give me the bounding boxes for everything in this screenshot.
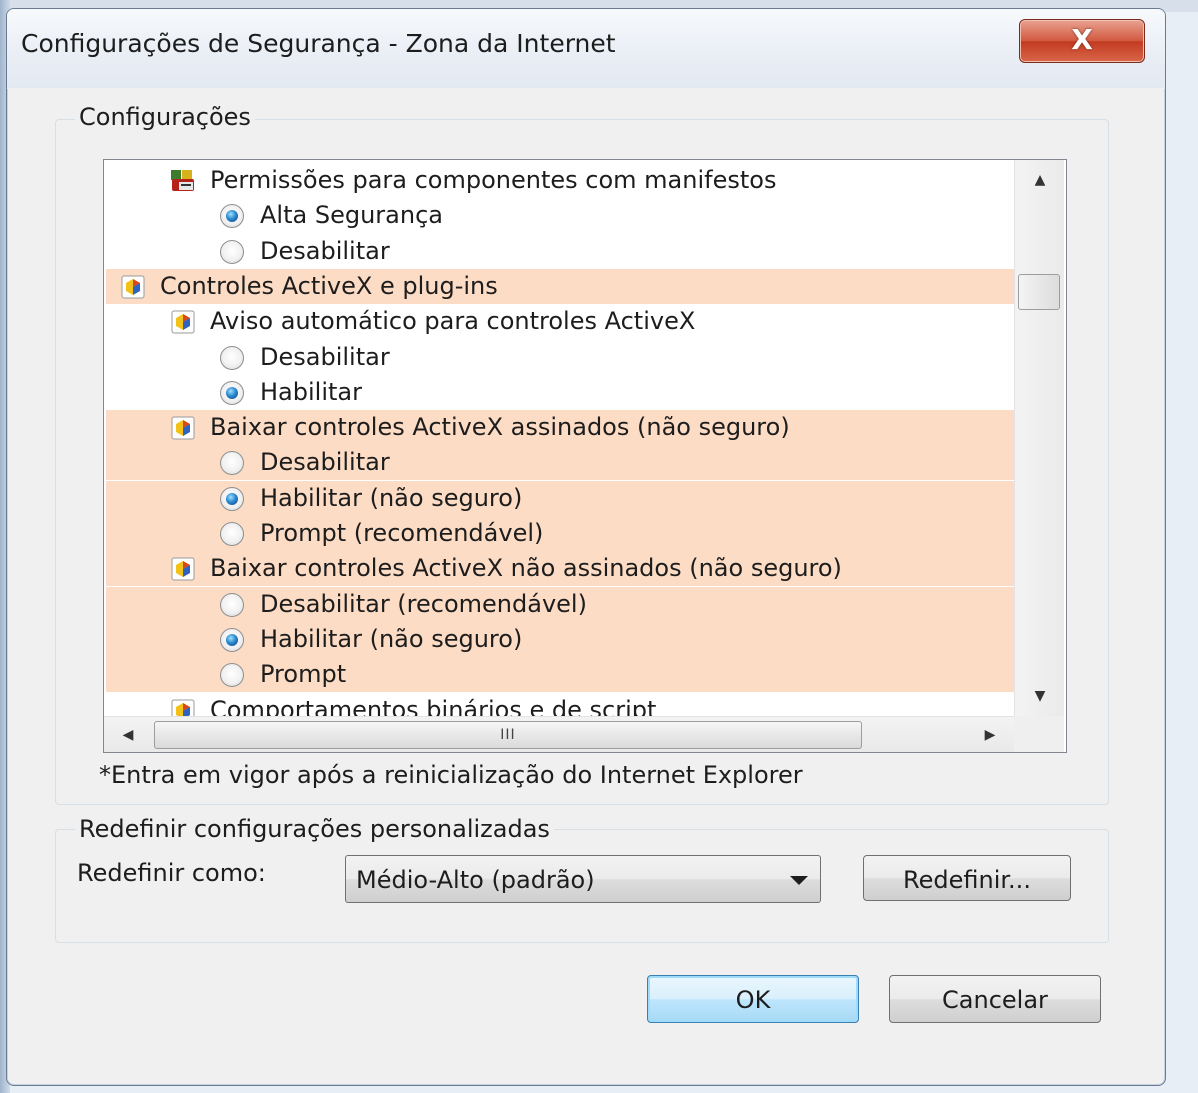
option-row[interactable]: Desabilitar [106, 234, 1014, 269]
tree-item-label: Habilitar (não seguro) [260, 624, 523, 653]
scrollbar-corner [1014, 716, 1064, 752]
cancel-button[interactable]: Cancelar [889, 975, 1101, 1023]
reset-as-label: Redefinir como: [77, 859, 266, 887]
option-row[interactable]: Prompt [106, 657, 1014, 693]
settings-tree[interactable]: Permissões para componentes com manifest… [103, 159, 1067, 753]
window-title: Configurações de Segurança - Zona da Int… [21, 29, 616, 58]
radio-unchecked[interactable] [220, 592, 244, 617]
option-row[interactable]: Prompt (recomendável) [106, 516, 1014, 551]
components-manifest-icon [171, 170, 194, 191]
option-row[interactable]: Desabilitar (recomendável) [106, 586, 1014, 622]
horizontal-scroll-thumb[interactable]: III [154, 721, 862, 749]
tree-item-label: Desabilitar [260, 236, 390, 265]
scroll-left-icon[interactable]: ◀ [108, 715, 148, 752]
option-row[interactable]: Habilitar [106, 375, 1014, 410]
radio-checked[interactable] [220, 627, 244, 652]
radio-unchecked[interactable] [220, 345, 244, 370]
tree-item-label: Prompt [260, 660, 347, 689]
scroll-up-icon[interactable]: ▲ [1018, 160, 1062, 200]
radio-unchecked[interactable] [220, 522, 244, 546]
close-icon: X [1071, 23, 1093, 56]
title-bar[interactable]: Configurações de Segurança - Zona da Int… [7, 9, 1165, 89]
radio-checked[interactable] [220, 380, 244, 405]
category-row: Controles ActiveX e plug-ins [106, 268, 1014, 304]
setting-row: Baixar controles ActiveX não assinados (… [106, 551, 1014, 587]
activex-icon [171, 557, 195, 581]
setting-row: Baixar controles ActiveX assinados (não … [106, 410, 1014, 446]
ok-button-label: OK [735, 986, 771, 1014]
security-settings-dialog: Configurações de Segurança - Zona da Int… [6, 8, 1166, 1086]
tree-item-label: Controles ActiveX e plug-ins [160, 271, 498, 300]
horizontal-scrollbar[interactable]: ◀ III ▶ [104, 716, 1014, 752]
tree-item-label: Alta Segurança [260, 201, 443, 230]
radio-unchecked[interactable] [220, 663, 244, 688]
activex-icon [171, 310, 195, 334]
option-row[interactable]: Alta Segurança [106, 198, 1014, 233]
radio-checked[interactable] [220, 204, 244, 229]
tree-item-label: Baixar controles ActiveX não assinados (… [210, 554, 842, 583]
scroll-right-icon[interactable]: ▶ [970, 715, 1010, 752]
restart-note: *Entra em vigor após a reinicialização d… [99, 761, 803, 789]
chevron-down-icon [790, 876, 808, 885]
ok-button[interactable]: OK [647, 975, 859, 1023]
reset-level-select[interactable]: Médio-Alto (padrão) [345, 855, 821, 903]
scroll-down-icon[interactable]: ▼ [1018, 676, 1062, 716]
radio-unchecked[interactable] [220, 239, 244, 264]
tree-item-label: Prompt (recomendável) [260, 519, 544, 547]
option-row[interactable]: Habilitar (não seguro) [106, 621, 1014, 657]
option-row[interactable]: Habilitar (não seguro) [106, 480, 1014, 516]
cancel-button-label: Cancelar [942, 986, 1048, 1014]
tree-item-label: Desabilitar (recomendável) [260, 589, 587, 618]
vertical-scrollbar[interactable]: ▲ ▼ [1014, 160, 1064, 716]
activex-icon [121, 275, 145, 299]
tree-item-label: Habilitar [260, 377, 362, 406]
tree-item-label: Desabilitar [260, 448, 390, 477]
settings-group-legend: Configurações [75, 103, 255, 131]
radio-unchecked[interactable] [220, 451, 244, 476]
activex-icon [171, 416, 195, 440]
close-button[interactable]: X [1019, 19, 1145, 63]
tree-item-label: Desabilitar [260, 342, 390, 371]
option-row[interactable]: Desabilitar [106, 445, 1014, 481]
vertical-scroll-thumb[interactable] [1018, 274, 1060, 310]
tree-item-label: Habilitar (não seguro) [260, 483, 523, 512]
tree-item-label: Permissões para componentes com manifest… [210, 166, 777, 194]
reset-button-label: Redefinir... [903, 866, 1031, 894]
setting-row: Aviso automático para controles ActiveX [106, 304, 1014, 339]
tree-item-label: Aviso automático para controles ActiveX [210, 307, 696, 336]
option-row[interactable]: Desabilitar [106, 340, 1014, 375]
tree-item-label: Baixar controles ActiveX assinados (não … [210, 413, 790, 442]
setting-row: Permissões para componentes com manifest… [106, 163, 1014, 198]
reset-button[interactable]: Redefinir... [863, 855, 1071, 901]
radio-checked[interactable] [220, 486, 244, 511]
reset-group-legend: Redefinir configurações personalizadas [75, 815, 554, 843]
reset-level-value: Médio-Alto (padrão) [356, 866, 595, 894]
